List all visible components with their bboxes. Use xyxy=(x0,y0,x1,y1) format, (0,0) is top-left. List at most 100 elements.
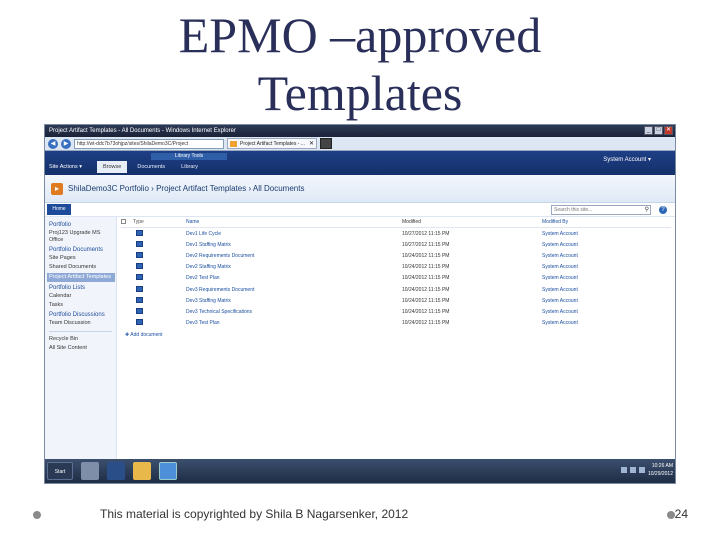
select-all-checkbox[interactable] xyxy=(121,219,126,224)
ql-heading-lists[interactable]: Portfolio Lists xyxy=(49,285,116,291)
footer-bullet-left xyxy=(33,511,41,519)
modified-by-link[interactable]: System Account xyxy=(542,253,662,259)
document-name-link[interactable]: Dev1 Staffing Matrix xyxy=(186,242,402,248)
modified-date: 10/24/2012 11:15 PM xyxy=(402,297,450,304)
help-icon[interactable]: ? xyxy=(659,206,667,214)
modified-by-link[interactable]: System Account xyxy=(542,242,662,248)
column-name[interactable]: Name xyxy=(186,219,402,227)
table-row[interactable]: Dev1 Life Cycle 10/27/2012 11:15 PM System… xyxy=(121,228,671,239)
table-row[interactable]: Dev2 Requirements Document 10/24/2012 11:… xyxy=(121,250,671,261)
ql-item-team-discussion[interactable]: Team Discussion xyxy=(49,320,116,327)
ql-item-shared-documents[interactable]: Shared Documents xyxy=(49,264,116,271)
window-controls: _ □ ✕ xyxy=(644,126,673,135)
breadcrumb-library[interactable]: Project Artifact Templates xyxy=(156,184,246,193)
modified-by-link[interactable]: System Account xyxy=(542,309,662,315)
word-document-icon xyxy=(136,251,143,258)
word-document-icon xyxy=(136,263,143,270)
ql-heading-discussions[interactable]: Portfolio Discussions xyxy=(49,312,116,318)
internet-explorer-icon[interactable] xyxy=(159,462,177,480)
forward-button[interactable]: ▶ xyxy=(61,138,71,149)
table-row[interactable]: Dev3 Test Plan 10/24/2012 11:15 PM System … xyxy=(121,318,671,329)
clock[interactable]: 10:26 AM 10/29/2012 xyxy=(648,462,673,478)
document-name-link[interactable]: Dev3 Staffing Matrix xyxy=(186,298,402,304)
document-name-link[interactable]: Dev3 Requirements Document xyxy=(186,287,402,293)
browser-tab[interactable]: Project Artifact Templates - ... ✕ xyxy=(227,138,317,149)
document-name-link[interactable]: Dev2 Requirements Document xyxy=(186,253,402,259)
tab-documents[interactable]: Documents xyxy=(131,161,171,173)
column-modified-by[interactable]: Modified By xyxy=(542,219,662,227)
minimize-button[interactable]: _ xyxy=(644,126,653,135)
tray-icon[interactable] xyxy=(630,467,636,473)
ql-item-tasks[interactable]: Tasks xyxy=(49,302,116,309)
modified-date: 10/24/2012 11:15 PM xyxy=(402,252,450,259)
breadcrumb-view[interactable]: All Documents xyxy=(253,184,305,193)
maximize-button[interactable]: □ xyxy=(654,126,663,135)
table-row[interactable]: Dev3 Staffing Matrix 10/24/2012 11:15 PM S… xyxy=(121,295,671,306)
new-tab-button[interactable] xyxy=(320,138,332,149)
modified-by-link[interactable]: System Account xyxy=(542,298,662,304)
ql-item-calendar[interactable]: Calendar xyxy=(49,293,116,300)
address-bar[interactable]: http://wt-ddc7b73ohjpz/sites/ShilaDemo3C… xyxy=(74,138,224,149)
modified-by-link[interactable]: System Account xyxy=(542,231,662,237)
document-name-link[interactable]: Dev3 Technical Specifications xyxy=(186,309,402,315)
close-button[interactable]: ✕ xyxy=(664,126,673,135)
server-manager-icon[interactable] xyxy=(81,462,99,480)
slide-footer: This material is copyrighted by Shila B … xyxy=(100,507,409,521)
ql-heading-documents[interactable]: Portfolio Documents xyxy=(49,247,116,253)
tab-browse[interactable]: Browse xyxy=(97,161,128,173)
clock-time: 10:26 AM xyxy=(651,463,673,469)
breadcrumb-separator: › xyxy=(151,184,154,193)
ql-item-project-artifact-templates[interactable]: Project Artifact Templates xyxy=(47,273,115,282)
page-number: 24 xyxy=(674,507,688,521)
document-name-link[interactable]: Dev2 Staffing Matrix xyxy=(186,264,402,270)
page-content: Portfolio Proj123 Upgrade MS Office Port… xyxy=(45,217,675,459)
home-tab[interactable]: Home xyxy=(47,204,71,215)
explorer-folder-icon[interactable] xyxy=(133,462,151,480)
table-row[interactable]: Dev1 Staffing Matrix 10/27/2012 11:15 PM S… xyxy=(121,239,671,250)
site-header: ▸ ShilaDemo3C Portfolio › Project Artifa… xyxy=(45,175,675,203)
slide-title-line2: Templates xyxy=(257,65,463,121)
word-document-icon xyxy=(136,319,143,326)
modified-date: 10/24/2012 11:15 PM xyxy=(402,264,450,271)
ql-divider xyxy=(49,331,112,332)
column-type[interactable]: Type xyxy=(133,219,186,227)
word-document-icon xyxy=(136,229,143,236)
tab-close-icon[interactable]: ✕ xyxy=(309,139,314,148)
back-button[interactable]: ◀ xyxy=(48,138,58,149)
modified-by-link[interactable]: System Account xyxy=(542,320,662,326)
start-button[interactable]: Start xyxy=(47,462,73,480)
modified-by-link[interactable]: System Account xyxy=(542,264,662,270)
modified-by-link[interactable]: System Account xyxy=(542,287,662,293)
ie-toolbar: ◀ ▶ http://wt-ddc7b73ohjpz/sites/ShilaDe… xyxy=(45,137,675,151)
document-name-link[interactable]: Dev3 Test Plan xyxy=(186,320,402,326)
modified-by-link[interactable]: System Account xyxy=(542,275,662,281)
table-row[interactable]: Dev2 Staffing Matrix 10/24/2012 11:15 PM S… xyxy=(121,262,671,273)
add-document-link[interactable]: ✚ Add document xyxy=(121,332,671,338)
site-actions-menu[interactable]: Site Actions ▾ xyxy=(49,164,82,170)
browser-tab-label: Project Artifact Templates - ... xyxy=(240,141,305,147)
ql-heading-portfolio[interactable]: Portfolio xyxy=(49,222,116,228)
table-row[interactable]: Dev3 Technical Specifications 10/24/2012 … xyxy=(121,306,671,317)
user-menu[interactable]: System Account ▾ xyxy=(603,156,651,163)
modified-date: 10/27/2012 11:15 PM xyxy=(402,230,450,237)
table-row[interactable]: Dev2 Test Plan 10/24/2012 11:15 PM System … xyxy=(121,273,671,284)
column-modified[interactable]: Modified xyxy=(402,219,542,227)
word-document-icon xyxy=(136,296,143,303)
tray-icon[interactable] xyxy=(639,467,645,473)
table-row[interactable]: Dev3 Requirements Document 10/24/2012 11:… xyxy=(121,284,671,295)
ribbon-tabs: Browse Documents Library xyxy=(97,161,204,173)
powershell-icon[interactable] xyxy=(107,462,125,480)
breadcrumb-portfolio[interactable]: ShilaDemo3C Portfolio xyxy=(68,184,149,193)
document-name-link[interactable]: Dev1 Life Cycle xyxy=(186,231,402,237)
ql-item-site-pages[interactable]: Site Pages xyxy=(49,255,116,262)
document-name-link[interactable]: Dev2 Test Plan xyxy=(186,275,402,281)
ql-item-recycle-bin[interactable]: Recycle Bin xyxy=(49,336,116,343)
slide-title: EPMO –approved Templates xyxy=(90,6,630,122)
search-icon[interactable]: ⚲ xyxy=(645,206,649,213)
ql-item-all-site-content[interactable]: All Site Content xyxy=(49,345,116,352)
ql-item-proj123[interactable]: Proj123 Upgrade MS Office xyxy=(49,230,116,244)
search-input[interactable]: Search this site... xyxy=(551,205,651,215)
tray-icon[interactable] xyxy=(621,467,627,473)
tab-library[interactable]: Library xyxy=(175,161,204,173)
modified-date: 10/24/2012 11:15 PM xyxy=(402,275,450,282)
